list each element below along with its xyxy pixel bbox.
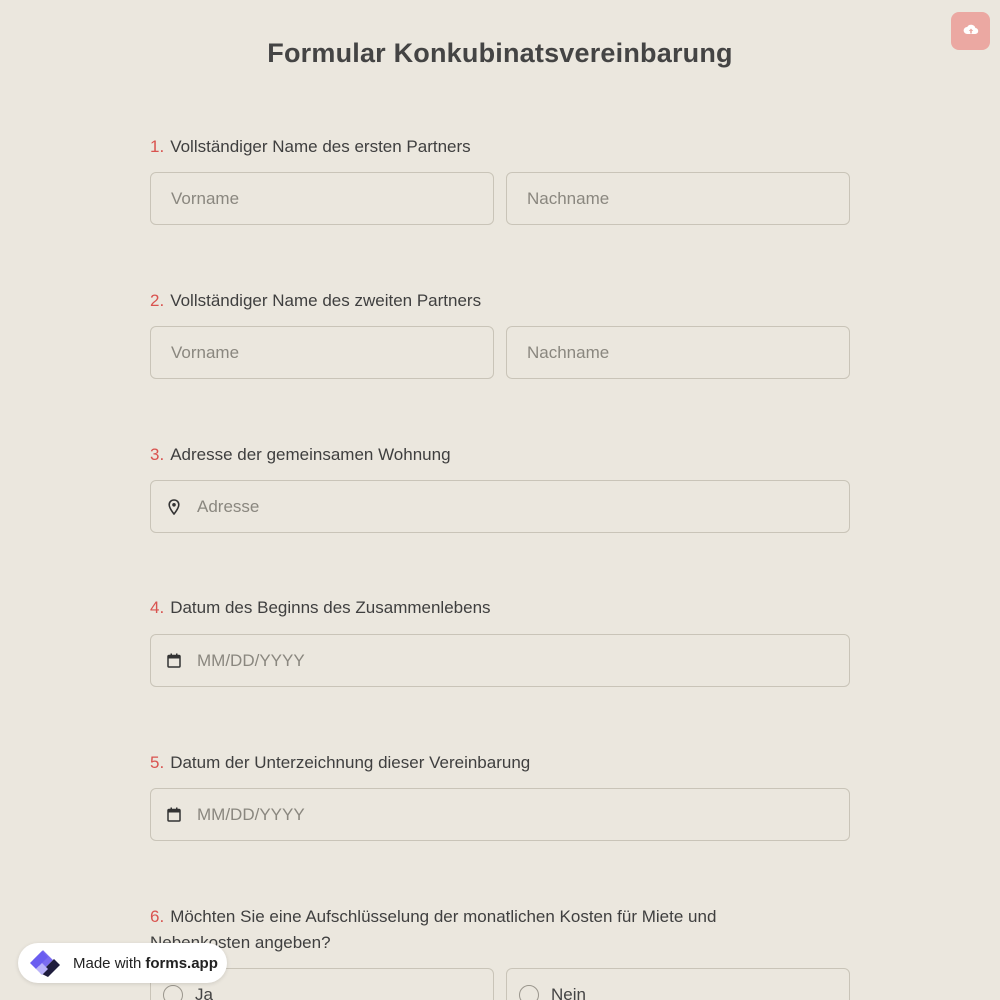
question-text: Datum der Unterzeichnung dieser Vereinba… <box>170 753 531 772</box>
option-label: Nein <box>551 984 586 1000</box>
made-with-text: Made with <box>73 954 142 972</box>
question-6-label: 6. Möchten Sie eine Aufschlüsselung der m… <box>150 904 790 956</box>
radio-button[interactable] <box>519 984 539 1000</box>
question-number: 6. <box>150 907 165 926</box>
placeholder-text: MM/DD/YYYY <box>197 650 305 670</box>
question-1-label: 1. Vollständiger Name des ersten Partners <box>150 134 790 160</box>
cohabitation-start-date-input[interactable]: MM/DD/YYYY <box>150 634 850 687</box>
placeholder-text: MM/DD/YYYY <box>197 804 305 824</box>
option-label: Ja <box>195 984 213 1000</box>
map-pin-icon <box>165 498 183 516</box>
made-with-badge[interactable]: Made with forms.app <box>18 943 227 983</box>
question-text: Vollständiger Name des zweiten Partners <box>170 291 482 310</box>
question-text: Adresse der gemeinsamen Wohnung <box>170 445 451 464</box>
question-number: 4. <box>150 598 165 617</box>
form-page: Formular Konkubinatsvereinbarung 1. Volls… <box>0 0 1000 1000</box>
brand-name: forms.app <box>145 954 218 972</box>
calendar-icon <box>165 652 183 670</box>
cloud-upload-icon <box>963 23 979 40</box>
placeholder-text: Vorname <box>171 188 240 208</box>
partner2-first-name-input[interactable]: Vorname <box>150 326 494 379</box>
question-text: Vollständiger Name des ersten Partners <box>170 137 471 156</box>
partner2-last-name-input[interactable]: Nachname <box>506 326 850 379</box>
forms-app-logo-icon <box>26 947 66 979</box>
question-text: Datum des Beginns des Zusammenlebens <box>170 598 491 617</box>
question-number: 2. <box>150 291 165 310</box>
placeholder-text: Nachname <box>527 188 610 208</box>
question-number: 1. <box>150 137 165 156</box>
radio-button[interactable] <box>163 984 183 1000</box>
question-number: 5. <box>150 753 165 772</box>
calendar-icon <box>165 806 183 824</box>
address-input[interactable]: Adresse <box>150 480 850 533</box>
question-number: 3. <box>150 445 165 464</box>
partner1-first-name-input[interactable]: Vorname <box>150 172 494 225</box>
question-3-label: 3. Adresse der gemeinsamen Wohnung <box>150 442 790 468</box>
partner1-last-name-input[interactable]: Nachname <box>506 172 850 225</box>
placeholder-text: Vorname <box>171 342 240 362</box>
form-title: Formular Konkubinatsvereinbarung <box>267 38 733 68</box>
option-nein[interactable]: Nein <box>506 968 850 1000</box>
question-text: Möchten Sie eine Aufschlüsselung der mon… <box>150 907 717 952</box>
question-2-label: 2. Vollständiger Name des zweiten Partner… <box>150 288 790 314</box>
placeholder-text: Nachname <box>527 342 610 362</box>
question-5-label: 5. Datum der Unterzeichnung dieser Verein… <box>150 750 790 776</box>
question-4-label: 4. Datum des Beginns des Zusammenlebens <box>150 595 790 621</box>
signing-date-input[interactable]: MM/DD/YYYY <box>150 788 850 841</box>
placeholder-text: Adresse <box>197 496 260 516</box>
